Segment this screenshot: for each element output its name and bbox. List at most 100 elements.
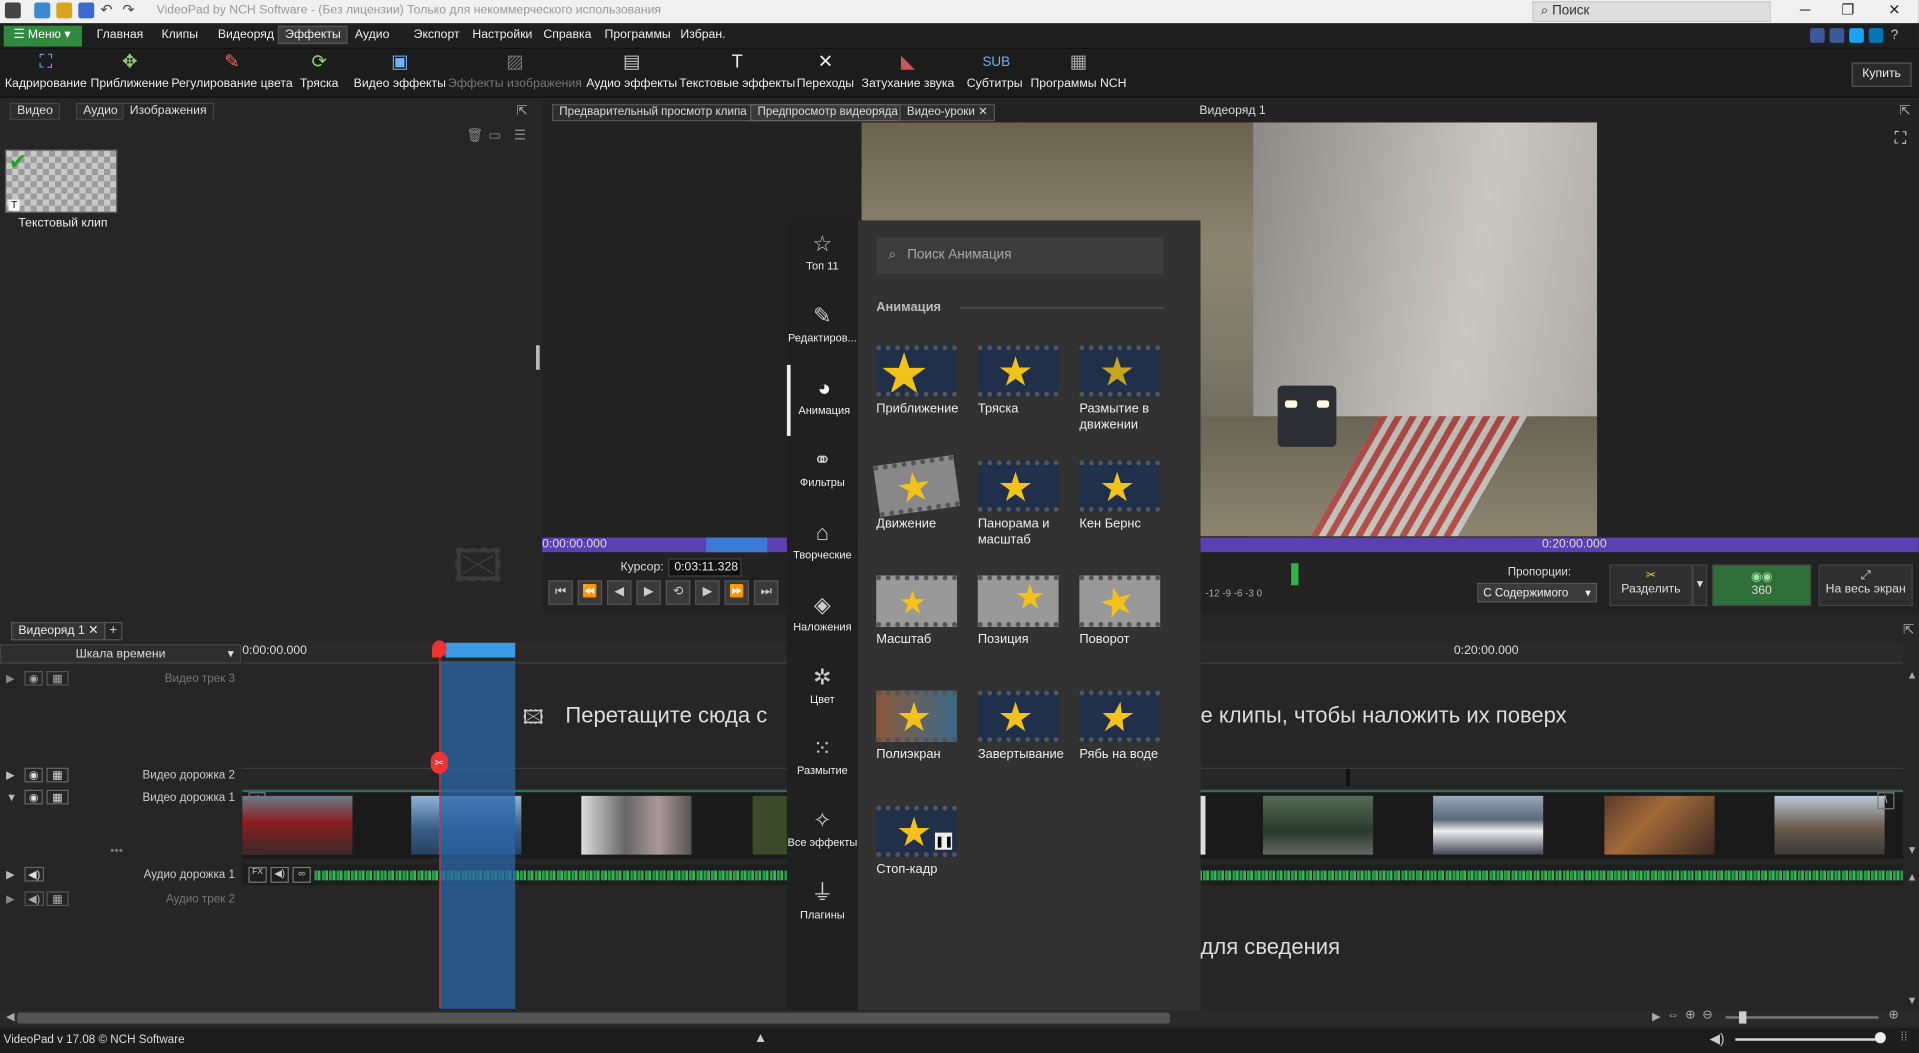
clip-end-transition-icon[interactable]: \: [1877, 792, 1895, 810]
video-clip-7[interactable]: [1433, 795, 1544, 855]
expand-track-3-icon[interactable]: ▶: [6, 672, 14, 685]
next-clip-icon[interactable]: ⏩: [724, 580, 749, 605]
audio-scroll-down-icon[interactable]: ▼: [1907, 994, 1918, 1006]
subtitles-button[interactable]: SUB Субтитры: [967, 51, 1023, 95]
step-back-icon[interactable]: ◀: [607, 580, 632, 605]
nav-all-effects[interactable]: ✧ Все эффекты: [787, 804, 858, 848]
volume-icon[interactable]: ◀): [1710, 1031, 1725, 1047]
video-clip-8[interactable]: [1604, 795, 1715, 855]
save-icon[interactable]: [78, 2, 95, 19]
fit-timeline-icon[interactable]: ⇔: [1667, 1009, 1679, 1022]
blend-audio-2-icon[interactable]: ▦: [46, 891, 69, 907]
zoom-out-icon[interactable]: ⊖: [1702, 1009, 1712, 1022]
add-sequence-button[interactable]: +: [104, 621, 123, 641]
effect-position[interactable]: ★ Позиция: [977, 575, 1064, 683]
menu-tab-sequence[interactable]: Видеоряд: [213, 27, 279, 43]
redo-icon[interactable]: ↷: [122, 2, 138, 18]
nav-plugins[interactable]: ⏚ Плагины: [787, 877, 858, 920]
vr-360-button[interactable]: ◉◉ 360: [1712, 564, 1812, 607]
volume-handle[interactable]: [1874, 1032, 1886, 1044]
video-clip-6[interactable]: [1262, 795, 1374, 855]
prev-clip-icon[interactable]: ⏪: [577, 580, 603, 605]
menu-tab-help[interactable]: Справка: [538, 27, 596, 43]
shake-button[interactable]: ⟳ Тряска: [300, 51, 339, 95]
menu-tab-audio[interactable]: Аудио: [350, 27, 394, 43]
close-sequence-icon[interactable]: ✕: [88, 624, 98, 637]
effect-motion[interactable]: ★ Движение: [873, 455, 962, 568]
playhead[interactable]: [439, 642, 441, 1008]
volume-slider[interactable]: [1735, 1038, 1883, 1041]
open-folder-icon[interactable]: [56, 2, 73, 19]
expand-panel-icon[interactable]: ▲: [754, 1031, 767, 1046]
zoom-in-icon[interactable]: ⊕: [1685, 1009, 1695, 1022]
effect-zoom[interactable]: ★ Приближение: [876, 345, 962, 453]
video-clip-4[interactable]: [752, 795, 787, 855]
track-more-icon[interactable]: •••: [110, 845, 123, 858]
speaker-track-2-icon[interactable]: ◀): [24, 891, 45, 907]
color-adjust-button[interactable]: ✎ Регулирование цвета: [171, 51, 292, 95]
effect-freeze-frame[interactable]: ★ ❚❚ Стоп-кадр: [876, 805, 962, 914]
video-clip-3[interactable]: [581, 795, 692, 855]
timescale-select[interactable]: Шкала времени ▾: [0, 644, 242, 664]
menu-tab-home[interactable]: Главная: [92, 27, 148, 43]
nav-blur[interactable]: ⁙ Размытие: [787, 732, 858, 776]
scroll-up-icon[interactable]: ▲: [1907, 669, 1918, 681]
main-menu-button[interactable]: ☰ Меню ▾: [3, 25, 82, 47]
timeline-selection[interactable]: [439, 661, 516, 1009]
effect-shake[interactable]: ★ Тряска: [977, 345, 1064, 453]
zoom-button[interactable]: ✥ Приближение: [91, 51, 169, 95]
zoom-slider-handle[interactable]: [1739, 1011, 1747, 1024]
crop-button[interactable]: ⛶ Кадрирование: [5, 51, 87, 95]
nch-programs-button[interactable]: ▦ Программы NCH: [1030, 51, 1126, 95]
audio-fade-button[interactable]: ◣ Затухание звука: [862, 51, 955, 95]
new-folder-icon[interactable]: ▭: [488, 127, 501, 144]
expand-track-2-icon[interactable]: ▶: [6, 769, 14, 782]
facebook-icon[interactable]: [1829, 28, 1845, 43]
list-view-icon[interactable]: ☰: [514, 127, 526, 144]
nav-creative[interactable]: ⌂ Творческие: [787, 517, 858, 560]
video-clip-9[interactable]: [1774, 795, 1885, 855]
video-clip-5[interactable]: [1200, 795, 1206, 855]
scrollbar-thumb[interactable]: [17, 1012, 1170, 1024]
undo-icon[interactable]: ↶: [100, 2, 116, 18]
visibility-track-2-icon[interactable]: ◉: [24, 767, 43, 783]
zoom-slider[interactable]: [1725, 1016, 1879, 1019]
blend-track-1-icon[interactable]: ▦: [46, 789, 69, 805]
cursor-time-field[interactable]: 0:03:11.328: [668, 558, 742, 577]
collapse-track-1-icon[interactable]: ▼: [6, 791, 17, 803]
tab-images[interactable]: Изображения: [122, 102, 214, 120]
split-marker-icon[interactable]: ✂: [430, 751, 448, 774]
close-button[interactable]: ✕: [1876, 1, 1913, 21]
effect-ripple[interactable]: ★ Рябь на воде: [1079, 690, 1165, 799]
audio-link-icon[interactable]: ∞: [292, 866, 311, 883]
visibility-track-1-icon[interactable]: ◉: [24, 789, 43, 805]
video-effects-button[interactable]: ▣ Видео эффекты: [354, 51, 446, 95]
tab-video-tutorials[interactable]: Видео-уроки ✕: [899, 104, 996, 122]
effect-ken-burns[interactable]: ★ Кен Бернс: [1079, 460, 1165, 568]
video-clip-1[interactable]: [242, 795, 353, 855]
scroll-down-icon[interactable]: ▼: [1907, 844, 1918, 856]
delete-icon[interactable]: 🗑: [466, 127, 483, 144]
sequence-tab[interactable]: Видеоряд 1 ✕: [11, 621, 106, 641]
help-icon[interactable]: ?: [1891, 28, 1906, 43]
expand-audio-2-icon[interactable]: ▶: [6, 893, 14, 906]
menu-tab-settings[interactable]: Настройки: [467, 27, 537, 43]
effect-scale[interactable]: ★ Масштаб: [876, 575, 962, 683]
menu-tab-programs[interactable]: Программы: [600, 27, 676, 43]
effects-search-input[interactable]: ⌕ Поиск Анимация: [876, 237, 1164, 275]
blend-track-2-icon[interactable]: ▦: [46, 767, 69, 783]
fullscreen-button[interactable]: ⤢ На весь экран: [1818, 564, 1913, 607]
tab-audio[interactable]: Аудио: [75, 102, 126, 120]
audio-volume-icon[interactable]: ◀): [270, 866, 289, 883]
speaker-track-1-icon[interactable]: ◀): [24, 866, 45, 882]
menu-tab-favorites[interactable]: Избран.: [676, 27, 731, 43]
effect-split-screen[interactable]: ★ Полиэкран: [876, 690, 962, 799]
zoom-max-icon[interactable]: ⊕: [1888, 1009, 1898, 1022]
split-button[interactable]: ✂ Разделить: [1609, 564, 1693, 607]
play-icon[interactable]: ▶: [636, 580, 661, 605]
like-icon[interactable]: [1810, 28, 1825, 43]
go-start-icon[interactable]: ⏮: [548, 580, 573, 605]
splitter-handle[interactable]: [536, 345, 540, 370]
effect-page-curl[interactable]: ★ Завертывание: [977, 690, 1064, 799]
tab-sequence-preview[interactable]: Предпросмотр видеоряда: [750, 104, 906, 122]
